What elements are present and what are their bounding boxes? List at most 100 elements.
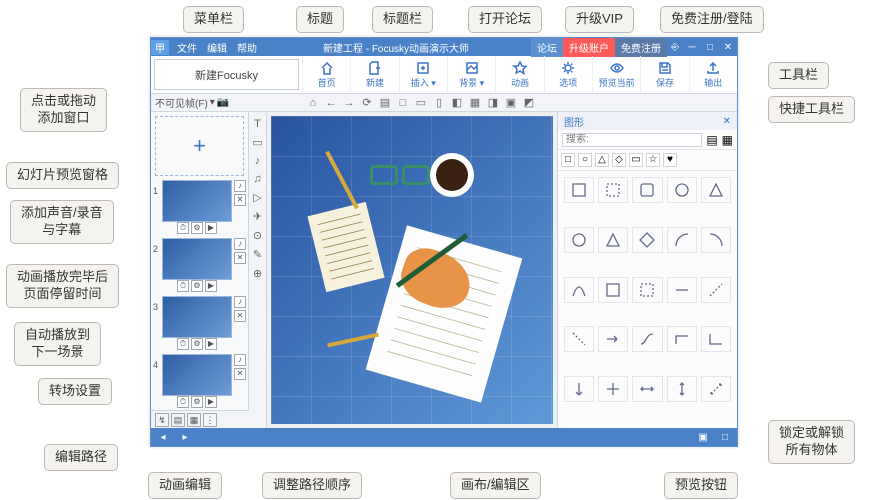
slide-thumb-2[interactable] xyxy=(162,238,232,280)
toolbar-animation[interactable]: 动画 xyxy=(495,56,543,93)
toolbar-save[interactable]: 保存 xyxy=(640,56,688,93)
upgrade-vip-button[interactable]: 升级账户 xyxy=(563,38,615,57)
quickbar-icon-9[interactable]: ▦ xyxy=(468,96,482,109)
slide-auto-icon[interactable]: ▶ xyxy=(205,396,217,408)
slide-gear-icon[interactable]: ⚙ xyxy=(191,280,203,292)
shape-rect-sel[interactable] xyxy=(598,277,628,303)
quickbar-icon-10[interactable]: ◨ xyxy=(486,96,500,109)
slide-close-icon[interactable]: ✕ xyxy=(234,310,246,322)
status-preview-icon[interactable]: ▣ xyxy=(695,432,711,443)
slide-thumb-3[interactable] xyxy=(162,296,232,338)
shape-cat-4[interactable]: ▭ xyxy=(629,153,643,167)
vstrip-tool-0[interactable]: T xyxy=(254,118,261,130)
slide-close-icon[interactable]: ✕ xyxy=(234,194,246,206)
shape-arrow[interactable] xyxy=(598,326,628,352)
side-tool-0[interactable]: ↯ xyxy=(155,413,169,427)
shape-cat-6[interactable]: ♥ xyxy=(663,153,677,167)
shape-dbl-d[interactable] xyxy=(701,376,731,402)
toolbar-home[interactable]: 首页 xyxy=(302,56,350,93)
slide-auto-icon[interactable]: ▶ xyxy=(205,222,217,234)
shape-cat-3[interactable]: ◇ xyxy=(612,153,626,167)
slide-auto-icon[interactable]: ▶ xyxy=(205,280,217,292)
slide-time-icon[interactable]: ⏱ xyxy=(177,280,189,292)
shape-curve2[interactable] xyxy=(632,326,662,352)
forum-button[interactable]: 论坛 xyxy=(531,38,563,57)
toolbar-export[interactable]: 输出 xyxy=(689,56,737,93)
toolbar-options[interactable]: 选项 xyxy=(544,56,592,93)
slide-close-icon[interactable]: ✕ xyxy=(234,368,246,380)
camera-icon[interactable]: 📷 xyxy=(217,97,229,108)
canvas[interactable] xyxy=(271,116,553,424)
shape-circle[interactable] xyxy=(564,227,594,253)
quickbar-icon-2[interactable]: → xyxy=(342,97,356,109)
shape-arc[interactable] xyxy=(667,227,697,253)
search-view2-icon[interactable]: ▦ xyxy=(722,133,733,147)
shape-roundrect[interactable] xyxy=(632,177,662,203)
quickbar-icon-11[interactable]: ▣ xyxy=(504,96,518,109)
login-icon[interactable]: ⎆ xyxy=(667,42,683,53)
quickbar-icon-8[interactable]: ◧ xyxy=(450,96,464,109)
shape-cross[interactable] xyxy=(598,376,628,402)
status-next-icon[interactable]: ▸ xyxy=(177,432,193,443)
search-view1-icon[interactable]: ▤ xyxy=(706,133,717,147)
shape-dbl-v[interactable] xyxy=(667,376,697,402)
vstrip-tool-8[interactable]: ⊕ xyxy=(253,267,262,280)
vstrip-tool-7[interactable]: ✎ xyxy=(253,248,262,261)
quickbar-icon-5[interactable]: □ xyxy=(396,97,410,109)
slide-thumb-4[interactable] xyxy=(162,354,232,396)
slide-gear-icon[interactable]: ⚙ xyxy=(191,222,203,234)
shape-triangle[interactable] xyxy=(701,177,731,203)
shape-cat-0[interactable]: □ xyxy=(561,153,575,167)
vstrip-tool-3[interactable]: ♫ xyxy=(253,173,261,185)
min-button[interactable]: ─ xyxy=(683,42,701,53)
shape-cat-2[interactable]: △ xyxy=(595,153,609,167)
slide-sound-icon[interactable]: ♪ xyxy=(234,354,246,366)
toolbar-new[interactable]: 新建 xyxy=(350,56,398,93)
menu-edit[interactable]: 编辑 xyxy=(203,38,231,57)
canvas-obj-glasses[interactable] xyxy=(370,165,430,181)
shape-arc2[interactable] xyxy=(701,227,731,253)
slide-close-icon[interactable]: ✕ xyxy=(234,252,246,264)
add-window-button[interactable]: + xyxy=(155,116,244,176)
max-button[interactable]: □ xyxy=(701,42,719,53)
shape-rect-d[interactable] xyxy=(598,177,628,203)
canvas-obj-pencil1[interactable] xyxy=(326,150,360,208)
shape-dbl-h[interactable] xyxy=(632,376,662,402)
vstrip-tool-2[interactable]: ♪ xyxy=(255,155,261,167)
toolbar-insert[interactable]: 插入 ▾ xyxy=(399,56,447,93)
shape-cat-1[interactable]: ○ xyxy=(578,153,592,167)
shape-triangle[interactable] xyxy=(598,227,628,253)
menu-file[interactable]: 文件 xyxy=(173,38,201,57)
quickbar-icon-4[interactable]: ▤ xyxy=(378,96,392,109)
shape-curve[interactable] xyxy=(564,277,594,303)
shape-line-h[interactable] xyxy=(667,277,697,303)
quickbar-icon-12[interactable]: ◩ xyxy=(522,96,536,109)
canvas-obj-notebook[interactable] xyxy=(308,202,385,292)
canvas-obj-coffee[interactable] xyxy=(430,153,474,197)
slide-gear-icon[interactable]: ⚙ xyxy=(191,396,203,408)
shape-circle[interactable] xyxy=(667,177,697,203)
shape-rhombus[interactable] xyxy=(632,227,662,253)
visibility-selector[interactable]: 不可见帧(F) ▾ 📷 xyxy=(151,94,302,111)
vstrip-tool-5[interactable]: ✈ xyxy=(253,210,262,223)
slide-time-icon[interactable]: ⏱ xyxy=(177,338,189,350)
slide-auto-icon[interactable]: ▶ xyxy=(205,338,217,350)
quickbar-icon-6[interactable]: ▭ xyxy=(414,96,428,109)
slide-gear-icon[interactable]: ⚙ xyxy=(191,338,203,350)
vstrip-tool-4[interactable]: ▷ xyxy=(253,191,261,204)
side-tool-3[interactable]: ⋮ xyxy=(203,413,217,427)
quickbar-icon-1[interactable]: ← xyxy=(324,97,338,109)
shape-line-d[interactable] xyxy=(701,277,731,303)
new-focusky-box[interactable]: 新建Focusky xyxy=(154,59,299,90)
shape-cat-5[interactable]: ☆ xyxy=(646,153,660,167)
slide-sound-icon[interactable]: ♪ xyxy=(234,296,246,308)
menu-help[interactable]: 帮助 xyxy=(233,38,261,57)
slide-time-icon[interactable]: ⏱ xyxy=(177,396,189,408)
shape-rect[interactable] xyxy=(564,177,594,203)
slide-time-icon[interactable]: ⏱ xyxy=(177,222,189,234)
register-button[interactable]: 免费注册 xyxy=(615,38,667,57)
shape-elbow2[interactable] xyxy=(701,326,731,352)
quickbar-icon-3[interactable]: ⟳ xyxy=(360,96,374,109)
shape-rect-dash[interactable] xyxy=(632,277,662,303)
toolbar-preview[interactable]: 预览当前 xyxy=(592,56,640,93)
